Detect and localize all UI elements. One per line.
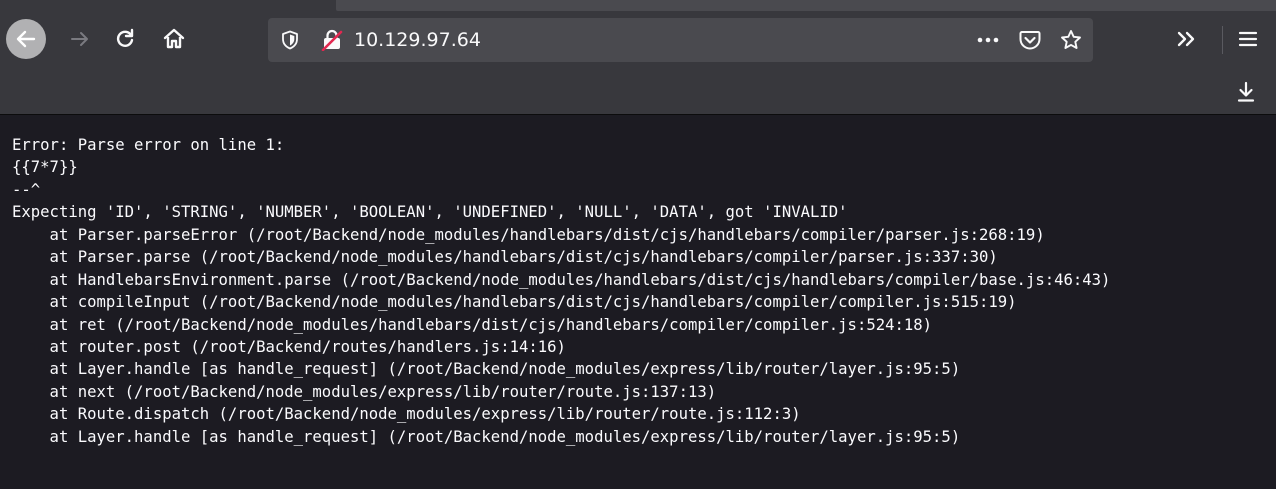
stack-frame: at next (/root/Backend/node_modules/expr… [12, 382, 717, 401]
stack-frame: at Parser.parse (/root/Backend/node_modu… [12, 248, 998, 267]
arrow-right-icon [71, 32, 88, 46]
tracking-protection-button[interactable] [278, 28, 302, 52]
navigation-toolbar: 10.129.97.64 [0, 16, 1276, 64]
shield-icon [282, 30, 298, 50]
arrow-left-icon [16, 30, 36, 48]
reload-button[interactable] [105, 19, 145, 59]
active-tab-edge[interactable] [336, 0, 1276, 11]
stack-frame: at ret (/root/Backend/node_modules/handl… [12, 315, 933, 334]
toolbar-overflow-button[interactable] [1167, 19, 1207, 59]
stack-frame: at Layer.handle [as handle_request] (/ro… [12, 360, 961, 379]
stack-frame: at HandlebarsEnvironment.parse (/root/Ba… [12, 270, 1111, 289]
stack-frame: at Parser.parseError (/root/Backend/node… [12, 225, 1045, 244]
download-icon [1237, 81, 1255, 102]
page-content: Error: Parse error on line 1: {{7*7}} --^ E… [0, 115, 1276, 489]
stack-frame: at Layer.handle [as handle_request] (/ro… [12, 427, 961, 446]
hamburger-icon [1238, 31, 1258, 47]
error-template-input: {{7*7}} [12, 158, 78, 177]
error-expectation: Expecting 'ID', 'STRING', 'NUMBER', 'BOO… [12, 203, 848, 222]
more-icon [977, 37, 999, 43]
back-button[interactable] [6, 19, 46, 59]
pocket-button[interactable] [1018, 28, 1042, 52]
stack-frame: at Route.dispatch (/root/Backend/node_mo… [12, 405, 801, 424]
chevron-double-right-icon [1177, 31, 1195, 47]
home-button[interactable] [154, 19, 194, 59]
insecure-lock-icon [321, 29, 343, 51]
toolbar-separator [1222, 26, 1223, 54]
error-stack-trace: Error: Parse error on line 1: {{7*7}} --^ E… [12, 134, 1110, 448]
error-message: Error: Parse error on line 1: [12, 136, 285, 154]
pocket-icon [1019, 31, 1041, 50]
stack-frame: at compileInput (/root/Backend/node_modu… [12, 293, 1017, 312]
app-menu-button[interactable] [1228, 19, 1268, 59]
reload-icon [116, 28, 134, 47]
url-text[interactable]: 10.129.97.64 [354, 29, 481, 51]
downloads-button[interactable] [1230, 76, 1262, 108]
url-bar[interactable]: 10.129.97.64 [268, 18, 1093, 62]
stack-frame: at router.post (/root/Backend/routes/han… [12, 337, 566, 356]
browser-chrome: 10.129.97.64 [0, 0, 1276, 115]
site-security-button[interactable] [320, 28, 344, 52]
star-icon [1061, 30, 1081, 49]
forward-button[interactable] [60, 19, 100, 59]
tab-strip [0, 0, 1276, 12]
error-caret: --^ [12, 180, 41, 199]
bookmark-button[interactable] [1059, 28, 1083, 52]
home-icon [163, 28, 185, 49]
page-actions-button[interactable] [976, 28, 1000, 52]
